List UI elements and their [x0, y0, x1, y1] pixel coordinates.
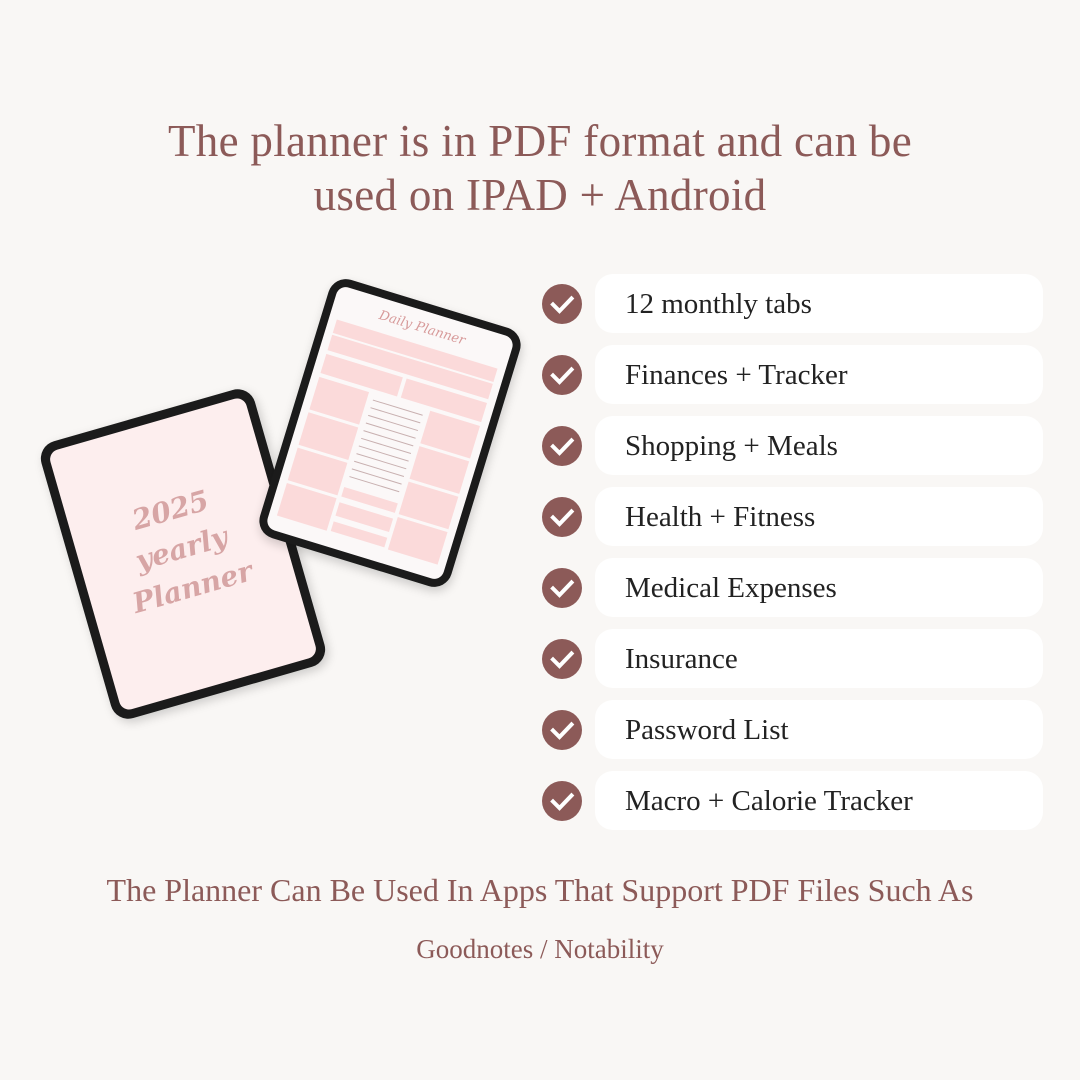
todo-line	[363, 430, 414, 447]
feature-label: Macro + Calorie Tracker	[625, 785, 913, 817]
feature-item: Macro + Calorie Tracker	[542, 771, 1043, 830]
tablet-daily-planner: Daily Planner	[254, 274, 526, 592]
check-circle-icon	[542, 781, 582, 821]
compatible-apps: Goodnotes / Notability	[416, 934, 664, 964]
feature-pill: Medical Expenses	[595, 558, 1043, 617]
feature-item: Finances + Tracker	[542, 345, 1043, 404]
check-circle-icon	[542, 497, 582, 537]
feature-label: Shopping + Meals	[625, 430, 838, 462]
feature-label: Finances + Tracker	[625, 359, 848, 391]
check-circle-icon	[542, 710, 582, 750]
feature-item: Shopping + Meals	[542, 416, 1043, 475]
feature-pill: Finances + Tracker	[595, 345, 1043, 404]
todo-line	[365, 422, 416, 439]
feature-item: Medical Expenses	[542, 558, 1043, 617]
compatibility-note: The Planner Can Be Used In Apps That Sup…	[106, 872, 974, 908]
todo-line	[354, 460, 405, 477]
feature-label: Health + Fitness	[625, 501, 816, 533]
feature-label: 12 monthly tabs	[625, 288, 812, 320]
todo-line	[368, 414, 419, 432]
device-mockups: 2025 yearly Planner Daily Planner	[36, 270, 530, 724]
feature-item: Password List	[542, 700, 1043, 759]
headline-line-2: used on IPAD + Android	[313, 170, 767, 220]
feature-item: Insurance	[542, 629, 1043, 688]
feature-pill: Shopping + Meals	[595, 416, 1043, 475]
feature-item: 12 monthly tabs	[542, 274, 1043, 333]
todo-line	[358, 445, 409, 462]
feature-pill: Insurance	[595, 629, 1043, 688]
feature-pill: 12 monthly tabs	[595, 274, 1043, 333]
feature-list: 12 monthly tabs Finances + Tracker Shopp…	[542, 274, 1043, 842]
feature-label: Medical Expenses	[625, 572, 837, 604]
feature-pill: Health + Fitness	[595, 487, 1043, 546]
check-circle-icon	[542, 568, 582, 608]
todo-line	[349, 476, 400, 493]
todo-line	[361, 437, 412, 454]
feature-label: Insurance	[625, 643, 738, 675]
check-circle-icon	[542, 639, 582, 679]
cover-screen: 2025 yearly Planner	[47, 396, 319, 712]
headline: The planner is in PDF format and can be …	[0, 114, 1080, 222]
todo-line	[356, 453, 407, 470]
todo-line	[351, 468, 402, 485]
headline-line-1: The planner is in PDF format and can be	[167, 116, 912, 166]
check-circle-icon	[542, 426, 582, 466]
daily-planner-screen: Daily Planner	[264, 284, 516, 582]
feature-label: Password List	[625, 714, 789, 746]
feature-pill: Password List	[595, 700, 1043, 759]
todo-line	[370, 407, 421, 424]
check-circle-icon	[542, 284, 582, 324]
feature-item: Health + Fitness	[542, 487, 1043, 546]
cover-title: 2025 yearly Planner	[67, 463, 296, 635]
feature-pill: Macro + Calorie Tracker	[595, 771, 1043, 830]
check-circle-icon	[542, 355, 582, 395]
